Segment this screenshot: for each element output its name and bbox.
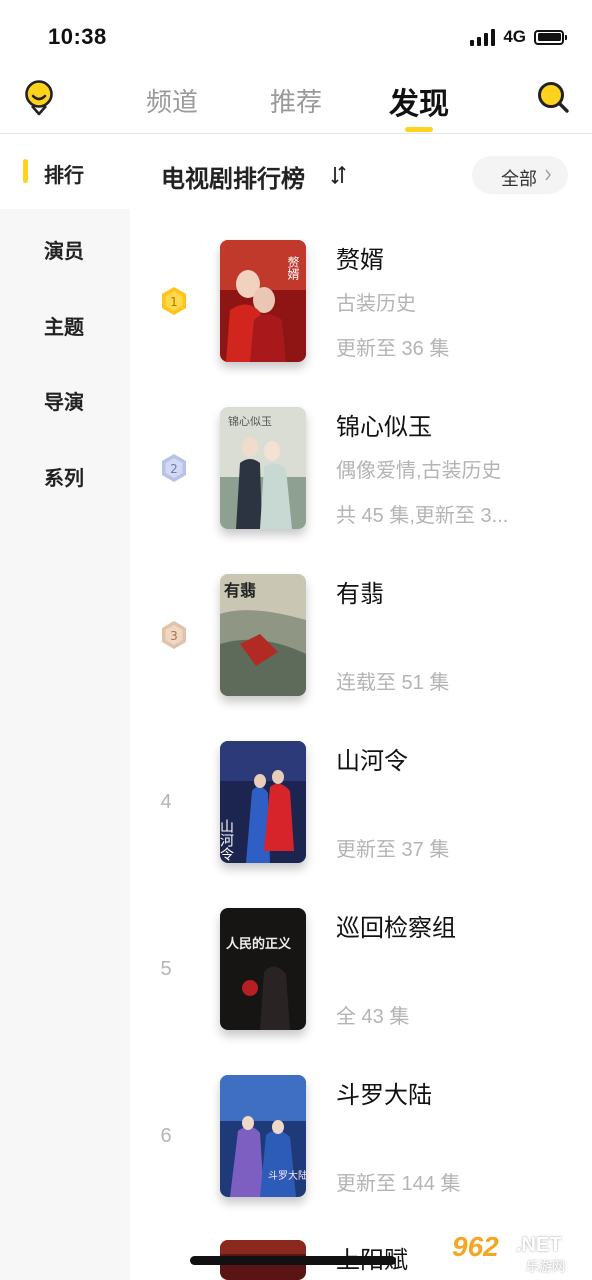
rank-number: 6 <box>160 1125 172 1147</box>
rank-bronze-badge-icon: 3 <box>162 621 186 649</box>
sidebar-item-label: 排行 <box>44 165 84 187</box>
filter-button[interactable]: 全部 <box>472 156 568 194</box>
list-item[interactable]: 5 人民的正义 巡回检察组 全 43 集 <box>130 908 592 1075</box>
battery-icon <box>534 29 567 45</box>
item-episodes: 共 45 集,更新至 3... <box>336 505 509 527</box>
category-sidebar: 排行 演员 主题 导演 系列 <box>0 135 130 1280</box>
search-icon[interactable] <box>536 80 570 114</box>
item-episodes: 更新至 36 集 <box>336 338 450 360</box>
poster-thumbnail[interactable]: 山河令 <box>220 741 306 863</box>
watermark-number: 962 <box>452 1231 499 1262</box>
rank-number: 4 <box>160 791 172 813</box>
sidebar-item-label: 演员 <box>44 241 84 263</box>
sidebar-item-series[interactable]: 系列 <box>0 438 130 512</box>
list-item[interactable]: 6 斗罗大陆 斗罗大陆 更新至 144 集 <box>130 1075 592 1242</box>
watermark-domain: .NET <box>516 1234 562 1256</box>
sidebar-item-themes[interactable]: 主题 <box>0 287 130 361</box>
item-genre: 古装历史 <box>336 293 416 315</box>
item-genre: 偶像爱情,古装历史 <box>336 460 502 482</box>
top-nav: 频道 推荐 发现 <box>0 70 592 134</box>
rank-number: 3 <box>170 629 178 643</box>
ranking-title: 电视剧排行榜 <box>161 166 305 193</box>
cellular-signal-icon <box>470 28 496 46</box>
poster-thumbnail[interactable]: 有翡 <box>220 574 306 696</box>
rank-number: 2 <box>170 462 178 476</box>
sidebar-item-label: 导演 <box>44 392 84 414</box>
list-item[interactable]: 1 赘婿 赘婿 古装历史 更新至 36 集 <box>130 240 592 407</box>
active-tab-indicator <box>405 127 433 132</box>
poster-title: 斗罗大陆 <box>268 1169 306 1182</box>
poster-title: 赘婿 <box>286 255 300 281</box>
poster-thumbnail[interactable]: 人民的正义 <box>220 908 306 1030</box>
list-item[interactable]: 3 有翡 有翡 连载至 51 集 <box>130 574 592 741</box>
network-type: 4G <box>503 27 526 46</box>
sidebar-item-ranking[interactable]: 排行 <box>0 135 130 209</box>
poster-title: 山河令 <box>220 819 234 861</box>
list-item[interactable]: 4 山河令 山河令 更新至 37 集 <box>130 741 592 908</box>
poster-title: 锦心似玉 <box>228 414 272 428</box>
tab-channels[interactable]: 频道 <box>146 82 198 119</box>
item-episodes: 连载至 51 集 <box>336 672 450 694</box>
sidebar-item-label: 系列 <box>44 468 84 490</box>
sidebar-item-label: 主题 <box>44 317 84 339</box>
item-episodes: 更新至 144 集 <box>336 1173 461 1195</box>
site-watermark: 962 .NET 乐游网 <box>446 1228 586 1274</box>
poster-thumbnail[interactable]: 锦心似玉 <box>220 407 306 529</box>
status-bar: 10:38 4G <box>0 0 592 70</box>
poster-thumbnail[interactable]: 赘婿 <box>220 240 306 362</box>
rank-number: 5 <box>160 958 172 980</box>
poster-title: 有翡 <box>224 581 256 600</box>
chevron-right-icon <box>545 169 551 181</box>
tab-recommend[interactable]: 推荐 <box>270 82 322 119</box>
item-episodes: 更新至 37 集 <box>336 839 450 861</box>
rank-number: 1 <box>170 295 178 309</box>
item-title: 山河令 <box>336 748 408 775</box>
rank-gold-badge-icon: 1 <box>162 287 186 315</box>
sidebar-item-directors[interactable]: 导演 <box>0 362 130 436</box>
poster-title: 人民的正义 <box>226 936 292 952</box>
item-title: 赘婿 <box>336 247 384 274</box>
item-title: 斗罗大陆 <box>336 1082 432 1109</box>
item-title: 有翡 <box>336 581 384 608</box>
app-logo-icon[interactable] <box>24 80 54 118</box>
tab-discover[interactable]: 发现 <box>389 79 449 123</box>
item-title: 锦心似玉 <box>336 414 432 441</box>
rank-silver-badge-icon: 2 <box>162 454 186 482</box>
sidebar-item-actors[interactable]: 演员 <box>0 211 130 285</box>
item-title: 巡回检察组 <box>336 915 456 942</box>
item-episodes: 全 43 集 <box>336 1006 410 1028</box>
list-item[interactable]: 2 锦心似玉 锦心似玉 偶像爱情,古装历史 共 45 集,更新至 3... <box>130 407 592 574</box>
status-time: 10:38 <box>48 24 107 49</box>
status-indicators: 4G <box>470 27 567 47</box>
sort-icon[interactable] <box>331 165 347 185</box>
sidebar-active-indicator <box>23 159 28 183</box>
home-indicator[interactable] <box>190 1256 396 1265</box>
filter-label: 全部 <box>501 169 537 189</box>
watermark-site-name: 乐游网 <box>526 1259 566 1274</box>
poster-thumbnail[interactable]: 斗罗大陆 <box>220 1075 306 1197</box>
